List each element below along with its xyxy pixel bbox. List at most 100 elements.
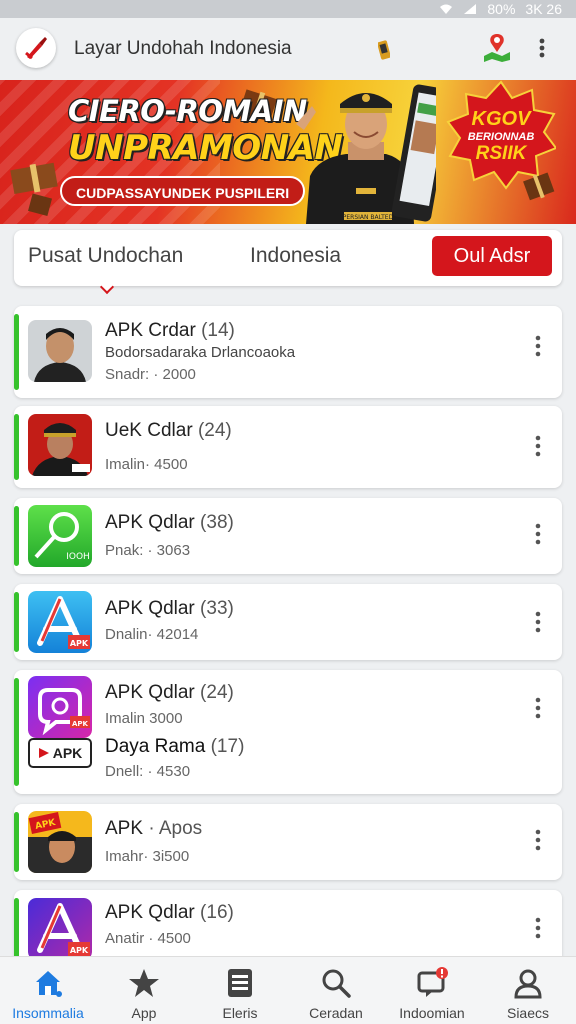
wifi-icon — [440, 4, 453, 14]
app-count: (38) — [200, 512, 234, 533]
more-vert-icon[interactable] — [530, 36, 554, 60]
card-accent — [14, 678, 19, 786]
app-title: Layar Undohah Indonesia — [74, 38, 292, 59]
app-meta: Imalin 3000 — [105, 710, 183, 727]
app-meta: Imalin· 4500 — [105, 456, 188, 473]
nav-item-eleris[interactable]: Eleris — [192, 957, 288, 1024]
search-bar[interactable]: Pusat Undochan Indonesia Oul Adsr — [14, 230, 562, 295]
nav-item-profile[interactable]: Siaecs — [480, 957, 576, 1024]
status-bar: 80% 3K 26 — [0, 0, 576, 18]
list-item[interactable]: UeK Cdlar (24) Imalin· 4500 — [14, 406, 562, 488]
list-doc-icon — [228, 969, 252, 997]
more-vert-icon[interactable] — [528, 696, 548, 720]
bottom-navigation: Insommalia App Eleris Ceradan Indoomian … — [0, 956, 576, 1024]
app-title: APK Qdlar (38) — [105, 512, 234, 534]
nav-label: Siaecs — [506, 1005, 550, 1021]
card-accent — [14, 898, 19, 962]
list-item[interactable]: APK APK Qdlar (24) Imalin 3000 APK Daya … — [14, 670, 562, 794]
more-vert-icon[interactable] — [528, 434, 548, 458]
star-icon — [129, 969, 159, 997]
promo-banner[interactable]: CIERO-ROMAIN UNPRAMONAN CUDPASSAYUNDEK P… — [0, 80, 576, 224]
app-name: UeK Cdlar — [105, 420, 193, 441]
man-portrait-icon — [28, 320, 92, 382]
more-vert-icon[interactable] — [528, 334, 548, 358]
app-count: (14) — [201, 320, 235, 341]
phone-icon[interactable] — [378, 40, 390, 60]
badge-line-3: RSIIK — [475, 143, 527, 164]
app-logo[interactable] — [16, 28, 56, 68]
gift-box-icon — [28, 193, 53, 217]
banner-headline: CIERO-ROMAIN — [68, 94, 307, 128]
list-item[interactable]: APK APK Qdlar (33) Dnalin· 42014 — [14, 584, 562, 660]
search-action-button[interactable]: Oul Adsr — [432, 236, 552, 276]
icon-badge-text: APK — [70, 639, 89, 648]
apk-badge: APK — [28, 738, 92, 768]
app-meta: Snadr: · 2000 — [105, 366, 196, 383]
list-item[interactable]: IOOH APK Qdlar (38) Pnak: · 3063 — [14, 498, 562, 574]
apk-badge-label: APK — [52, 745, 83, 761]
more-vert-icon[interactable] — [528, 610, 548, 634]
icon-badge-text: IOOH — [66, 552, 90, 562]
brush-icon — [25, 37, 47, 60]
more-vert-icon[interactable] — [528, 916, 548, 940]
nav-label: Ceradan — [309, 1005, 363, 1021]
signal-icon — [464, 4, 477, 14]
app-count: (24) — [197, 420, 232, 441]
card-accent — [14, 592, 19, 652]
more-vert-icon[interactable] — [528, 522, 548, 546]
nav-item-home[interactable]: Insommalia — [0, 957, 96, 1024]
battery-level: 80% — [487, 1, 516, 17]
more-vert-icon[interactable] — [528, 828, 548, 852]
app-meta: Dnalin· 42014 — [105, 626, 199, 643]
badge-line-1: KGOV — [471, 108, 531, 130]
banner-person-caption: PERSIAN BALTED — [343, 214, 394, 221]
list-item[interactable]: APK Crdar (14) Bodorsadaraka Drlancoaoka… — [14, 306, 562, 398]
app-title: APK Qdlar (24) — [105, 682, 234, 704]
nav-item-ceradan[interactable]: Ceradan — [288, 957, 384, 1024]
card-accent — [14, 812, 19, 872]
officer-with-phone-image: PERSIAN BALTED — [296, 84, 436, 224]
app-title: APK Qdlar (33) — [105, 598, 234, 620]
card-accent — [14, 314, 19, 390]
home-icon — [36, 971, 62, 997]
gift-box-icon — [523, 172, 555, 201]
app-meta: Anatir · 4500 — [105, 930, 191, 947]
chat-bubble-icon: IOOH — [28, 505, 92, 567]
promo-badge-text: KGOV BERIONNAB RSIIK — [448, 108, 554, 165]
nav-label: Indoomian — [399, 1005, 465, 1021]
app-name: APK — [105, 818, 144, 839]
banner-tagline: CUDPASSAYUNDEK PUSPILERI — [60, 176, 306, 206]
nav-item-app[interactable]: App — [96, 957, 192, 1024]
map-pin-icon[interactable] — [482, 32, 512, 62]
app-name: APK Qdlar — [105, 512, 195, 533]
app-sub-name: Daya Rama — [105, 736, 206, 757]
app-name: APK Qdlar — [105, 598, 195, 619]
gift-box-icon — [10, 162, 58, 194]
nav-item-indoomian[interactable]: Indoomian — [384, 957, 480, 1024]
app-count: (16) — [200, 902, 234, 923]
app-title: APK Qdlar (16) — [105, 902, 234, 924]
apk-poster-icon: APK — [28, 811, 92, 873]
card-accent — [14, 414, 19, 480]
officer-portrait-icon — [28, 414, 92, 476]
app-name: APK Qdlar — [105, 682, 195, 703]
app-meta: Imahr· 3i500 — [105, 848, 190, 865]
badge-line-2: BERIONNAB — [467, 131, 535, 143]
app-bar: Layar Undohah Indonesia — [0, 18, 576, 80]
search-location-label[interactable]: Pusat Undochan — [28, 244, 183, 268]
app-a-icon: APK — [28, 591, 92, 653]
app-sub-count: (17) — [210, 736, 245, 757]
app-sub-title: Daya Rama (17) — [105, 736, 244, 758]
app-count: (33) — [200, 598, 234, 619]
nav-label: App — [131, 1005, 157, 1021]
app-name: APK Crdar — [105, 320, 196, 341]
app-title: APK Crdar (14) — [105, 320, 235, 342]
app-sub-meta: Dnell: · 4530 — [105, 763, 191, 780]
list-item[interactable]: APK APK · Apos Imahr· 3i500 — [14, 804, 562, 880]
search-region-label[interactable]: Indonesia — [250, 244, 341, 268]
app-title: APK · Apos — [105, 818, 202, 840]
icon-badge-text: APK — [70, 946, 89, 955]
app-title: UeK Cdlar (24) — [105, 420, 232, 442]
app-subtitle: Bodorsadaraka Drlancoaoka — [105, 344, 296, 361]
purple-app-icon: APK — [28, 676, 92, 738]
